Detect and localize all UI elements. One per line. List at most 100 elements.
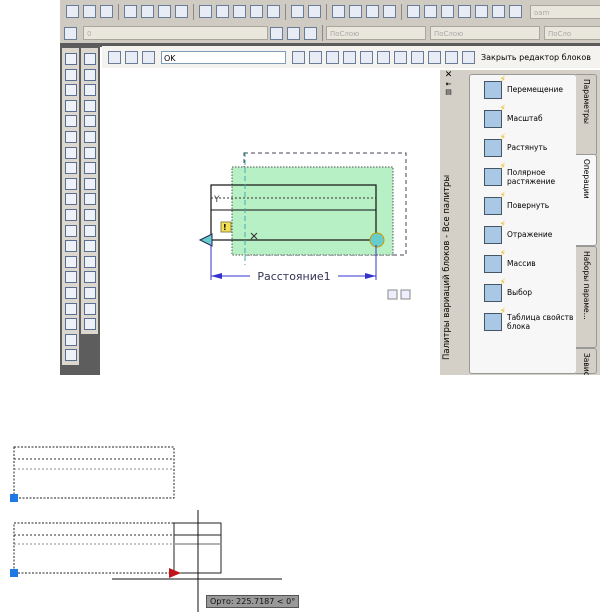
- help-icon[interactable]: [509, 5, 522, 18]
- region-icon[interactable]: [64, 302, 77, 315]
- tool-palettes-icon[interactable]: [441, 5, 454, 18]
- zoom-realtime-icon[interactable]: [349, 5, 362, 18]
- redo-icon[interactable]: [308, 5, 321, 18]
- stretch-grip-arrow[interactable]: [169, 568, 181, 578]
- parameter-manager-icon[interactable]: [411, 50, 424, 64]
- fx-icon[interactable]: [445, 50, 458, 64]
- palette-item[interactable]: Выбор: [470, 278, 576, 307]
- properties-icon[interactable]: [407, 5, 420, 18]
- base-grip[interactable]: [10, 569, 18, 577]
- fillet-icon[interactable]: [83, 286, 96, 299]
- polyline-icon[interactable]: [64, 84, 77, 97]
- array-icon[interactable]: [83, 115, 96, 128]
- define-attribute-icon[interactable]: [343, 50, 356, 64]
- lookup-table-icon[interactable]: [377, 50, 390, 64]
- palette-item[interactable]: Отражение: [470, 220, 576, 249]
- authoring-palettes-icon[interactable]: [292, 50, 305, 64]
- block-name-field[interactable]: OK: [161, 50, 286, 64]
- layer-states-icon[interactable]: [304, 26, 317, 40]
- linetype-dropdown[interactable]: ПоСлою: [430, 26, 540, 40]
- blend-icon[interactable]: [83, 302, 96, 315]
- construction-line-icon[interactable]: [64, 68, 77, 81]
- add-selected-icon[interactable]: [64, 349, 77, 362]
- arc-icon[interactable]: [64, 130, 77, 143]
- close-icon[interactable]: ✕: [440, 70, 457, 80]
- text-icon[interactable]: [64, 333, 77, 346]
- palette-item[interactable]: Массив: [470, 249, 576, 278]
- cut-icon[interactable]: [199, 5, 212, 18]
- distance-parameter-label[interactable]: Расстояние1: [257, 270, 330, 283]
- palette-item[interactable]: Таблица свойств блока: [470, 307, 576, 336]
- make-current-icon[interactable]: [270, 26, 283, 40]
- erase-icon[interactable]: [83, 53, 96, 65]
- edit-block-icon[interactable]: [108, 50, 121, 64]
- sheet-set-icon[interactable]: [458, 5, 471, 18]
- base-grip[interactable]: [10, 494, 18, 502]
- trim-icon[interactable]: [83, 193, 96, 206]
- extend-icon[interactable]: [83, 208, 96, 221]
- print-icon[interactable]: [124, 5, 137, 18]
- revision-cloud-icon[interactable]: [64, 162, 77, 175]
- action-icon[interactable]: [326, 50, 339, 64]
- ellipse-arc-icon[interactable]: [64, 208, 77, 221]
- chamfer-icon[interactable]: [83, 271, 96, 284]
- insert-block-icon[interactable]: [64, 224, 77, 237]
- gradient-icon[interactable]: [64, 286, 77, 299]
- stretch-grip-right[interactable]: [369, 232, 385, 248]
- palette-item[interactable]: Полярное растяжение: [470, 162, 576, 191]
- rotate-icon[interactable]: [83, 146, 96, 159]
- ellipse-icon[interactable]: [64, 193, 77, 206]
- learn-icon[interactable]: [428, 50, 441, 64]
- zoom-previous-icon[interactable]: [383, 5, 396, 18]
- plot-icon[interactable]: [158, 5, 171, 18]
- move-icon[interactable]: [83, 130, 96, 143]
- table-icon[interactable]: [64, 318, 77, 331]
- markup-icon[interactable]: [475, 5, 488, 18]
- copy-object-icon[interactable]: [83, 68, 96, 81]
- spline-icon[interactable]: [64, 177, 77, 190]
- search-field[interactable]: oam: [530, 4, 600, 19]
- offset-icon[interactable]: [83, 99, 96, 112]
- publish-icon[interactable]: [175, 5, 188, 18]
- break-icon[interactable]: [83, 240, 96, 253]
- palette-tab[interactable]: Операции: [576, 154, 597, 246]
- hatch-icon[interactable]: [64, 271, 77, 284]
- test-block-icon[interactable]: [394, 50, 407, 64]
- point-icon[interactable]: [64, 255, 77, 268]
- lineweight-dropdown[interactable]: ПоСло: [544, 26, 600, 40]
- stretch-grip-left[interactable]: [198, 233, 213, 247]
- palette-item[interactable]: Перемещение: [470, 75, 576, 104]
- rectangle-icon[interactable]: [64, 115, 77, 128]
- new-icon[interactable]: [66, 5, 79, 18]
- palette-tab[interactable]: Параметры: [576, 74, 597, 156]
- pan-icon[interactable]: [332, 5, 345, 18]
- join-icon[interactable]: [83, 255, 96, 268]
- action-bar-icon[interactable]: [387, 289, 398, 300]
- visibility-icon[interactable]: [360, 50, 373, 64]
- circle-icon[interactable]: [64, 146, 77, 159]
- save-icon[interactable]: [100, 5, 113, 18]
- break-at-point-icon[interactable]: [83, 224, 96, 237]
- layer-dropdown[interactable]: 0: [83, 26, 268, 40]
- line-icon[interactable]: [64, 53, 77, 65]
- palette-item[interactable]: Масштаб: [470, 104, 576, 133]
- layer-manager-icon[interactable]: [64, 26, 77, 40]
- calculator-icon[interactable]: [492, 5, 505, 18]
- polygon-icon[interactable]: [64, 99, 77, 112]
- preview-icon[interactable]: [141, 5, 154, 18]
- palette-tab[interactable]: Наборы параме...: [576, 246, 597, 348]
- parameter-icon[interactable]: [309, 50, 322, 64]
- undo-icon[interactable]: [291, 5, 304, 18]
- block-editor-icon[interactable]: [267, 5, 280, 18]
- open-icon[interactable]: [83, 5, 96, 18]
- action-bar-icon[interactable]: [400, 289, 411, 300]
- paste-icon[interactable]: [233, 5, 246, 18]
- layer-previous-icon[interactable]: [287, 26, 300, 40]
- make-block-icon[interactable]: [64, 240, 77, 253]
- save-block-as-icon[interactable]: [142, 50, 155, 64]
- match-properties-icon[interactable]: [250, 5, 263, 18]
- properties-icon[interactable]: ▤: [440, 88, 457, 96]
- palette-item[interactable]: Повернуть: [470, 191, 576, 220]
- stretch-icon[interactable]: [83, 177, 96, 190]
- palette-item[interactable]: Растянуть: [470, 133, 576, 162]
